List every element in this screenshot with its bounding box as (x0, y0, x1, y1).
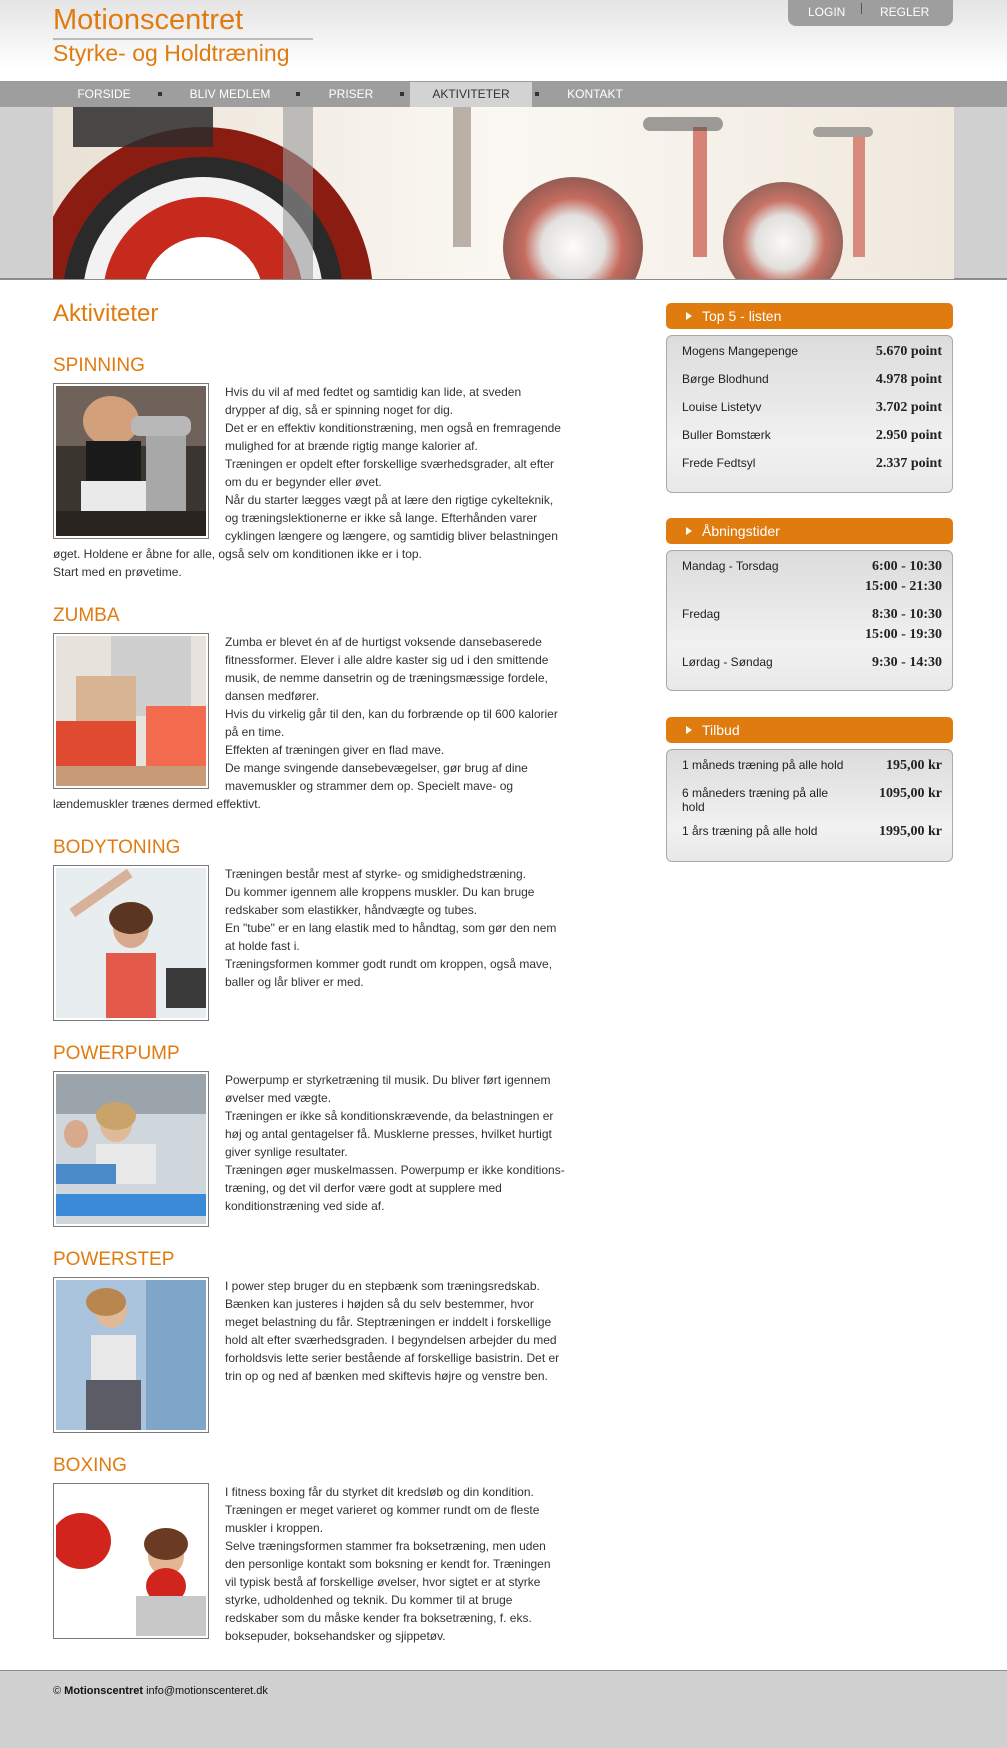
offer-price: 195,00 kr (886, 758, 942, 773)
nav-item-aktiviteter[interactable]: AKTIVITETER (410, 82, 532, 107)
activity-image (53, 1277, 209, 1433)
site-subtitle: Styrke- og Holdtræning (53, 40, 290, 66)
member-points: 5.670 point (875, 344, 942, 359)
member-name: Louise Listetyv (682, 400, 762, 414)
list-item: Frede Fedtsyl 2.337 point (682, 456, 942, 484)
main-nav: FORSIDE BLIV MEDLEM PRISER AKTIVITETER K… (0, 82, 1007, 107)
list-item: Børge Blodhund 4.978 point (682, 372, 942, 400)
list-item: Mandag - Torsdag 6:00 - 10:30 15:00 - 21… (682, 559, 942, 607)
nav-separator (296, 92, 300, 96)
activity-bodytoning: BODYTONING Træningen består mest af styr… (53, 837, 565, 1025)
member-name: Buller Bomstærk (682, 428, 771, 442)
bodytoning-photo (56, 868, 206, 1018)
time-range: 6:00 - 10:30 (872, 559, 942, 574)
activity-image (53, 633, 209, 789)
member-points: 2.950 point (875, 428, 942, 443)
site-footer: © Motionscentret info@motionscenteret.dk (0, 1670, 1007, 1748)
day-range: Lørdag - Søndag (682, 655, 773, 669)
time-range: 15:00 - 21:30 (865, 579, 942, 594)
spinning-photo (56, 386, 206, 536)
activity-title: ZUMBA (53, 605, 120, 626)
activity-spinning: SPINNING Hvis du vil af med fedtet og sa… (53, 355, 565, 581)
activity-boxing: BOXING I fitness boxing får du styrket d… (53, 1455, 565, 1645)
activity-title: BOXING (53, 1455, 127, 1476)
list-item: Fredag 8:30 - 10:30 15:00 - 19:30 (682, 607, 942, 655)
list-item: 1 måneds træning på alle hold 195,00 kr (682, 758, 942, 786)
opening-hours-list: Mandag - Torsdag 6:00 - 10:30 15:00 - 21… (666, 550, 953, 691)
activity-image (53, 383, 209, 539)
opening-hours-box: Åbningstider Mandag - Torsdag 6:00 - 10:… (666, 518, 953, 691)
offer-price: 1095,00 kr (879, 786, 942, 801)
top5-list: Mogens Mangepenge 5.670 point Børge Blod… (666, 335, 953, 493)
footer-text: © Motionscentret info@motionscenteret.dk (53, 1685, 268, 1697)
top-links-divider (861, 3, 862, 14)
login-link[interactable]: LOGIN (808, 5, 845, 19)
spinning-bikes-illustration (53, 107, 954, 279)
site-header: Motionscentret Styrke- og Holdtræning LO… (0, 0, 1007, 82)
offers-header[interactable]: Tilbud (666, 717, 953, 743)
offers-list: 1 måneds træning på alle hold 195,00 kr … (666, 749, 953, 862)
member-points: 4.978 point (875, 372, 942, 387)
nav-separator (400, 92, 404, 96)
list-item: Louise Listetyv 3.702 point (682, 400, 942, 428)
member-points: 3.702 point (875, 400, 942, 415)
nav-separator (535, 92, 539, 96)
nav-separator (158, 92, 162, 96)
offer-name: 1 års træning på alle hold (682, 824, 818, 838)
list-item: 6 måneders træning på alle hold 1095,00 … (682, 786, 942, 824)
nav-item-kontakt[interactable]: KONTAKT (545, 82, 645, 107)
list-item: Lørdag - Søndag 9:30 - 14:30 (682, 655, 942, 679)
arrow-right-icon (686, 527, 692, 535)
powerstep-photo (56, 1280, 206, 1430)
activity-image (53, 865, 209, 1021)
member-points: 2.337 point (875, 456, 942, 471)
opening-hours-title: Åbningstider (702, 523, 780, 539)
time-range: 8:30 - 10:30 (872, 607, 942, 622)
offer-name: 1 måneds træning på alle hold (682, 758, 844, 772)
member-name: Børge Blodhund (682, 372, 769, 386)
day-range: Mandag - Torsdag (682, 559, 779, 573)
time-range: 9:30 - 14:30 (872, 655, 942, 670)
top5-box: Top 5 - listen Mogens Mangepenge 5.670 p… (666, 303, 953, 493)
list-item: Mogens Mangepenge 5.670 point (682, 344, 942, 372)
activity-title: BODYTONING (53, 837, 181, 858)
activity-image (53, 1071, 209, 1227)
opening-hours-header[interactable]: Åbningstider (666, 518, 953, 544)
rules-link[interactable]: REGLER (880, 5, 929, 19)
activity-zumba: ZUMBA Zumba er blevet én af de hurtigst … (53, 605, 565, 813)
top5-header[interactable]: Top 5 - listen (666, 303, 953, 329)
nav-item-forside[interactable]: FORSIDE (53, 82, 155, 107)
offer-name: 6 måneders træning på alle hold (682, 786, 829, 814)
activity-title: SPINNING (53, 355, 145, 376)
page-title: Aktiviteter (53, 300, 159, 327)
day-range: Fredag (682, 607, 721, 621)
activity-title: POWERSTEP (53, 1249, 175, 1270)
activity-powerpump: POWERPUMP Powerpump er styrketræning til… (53, 1043, 565, 1231)
nav-item-priser[interactable]: PRISER (305, 82, 397, 107)
offers-title: Tilbud (702, 722, 740, 738)
footer-brand: Motionscentret (64, 1685, 144, 1697)
top-links-bar: LOGIN REGLER (788, 0, 953, 26)
activity-powerstep: POWERSTEP I power step bruger du en step… (53, 1249, 565, 1437)
member-name: Frede Fedtsyl (682, 456, 756, 470)
banner-image (53, 107, 954, 279)
activity-image (53, 1483, 209, 1639)
activity-title: POWERPUMP (53, 1043, 180, 1064)
boxing-photo (56, 1486, 206, 1636)
arrow-right-icon (686, 726, 692, 734)
copyright-symbol: © (53, 1685, 62, 1697)
arrow-right-icon (686, 312, 692, 320)
zumba-photo (56, 636, 206, 786)
nav-item-bliv-medlem[interactable]: BLIV MEDLEM (165, 82, 295, 107)
time-range: 15:00 - 19:30 (865, 627, 942, 642)
list-item: 1 års træning på alle hold 1995,00 kr (682, 824, 942, 848)
list-item: Buller Bomstærk 2.950 point (682, 428, 942, 456)
powerpump-photo (56, 1074, 206, 1224)
offer-price: 1995,00 kr (879, 824, 942, 839)
top5-title: Top 5 - listen (702, 308, 782, 324)
offers-box: Tilbud 1 måneds træning på alle hold 195… (666, 717, 953, 862)
site-title[interactable]: Motionscentret (53, 4, 243, 37)
footer-email[interactable]: info@motionscenteret.dk (146, 1685, 268, 1697)
member-name: Mogens Mangepenge (682, 344, 799, 358)
